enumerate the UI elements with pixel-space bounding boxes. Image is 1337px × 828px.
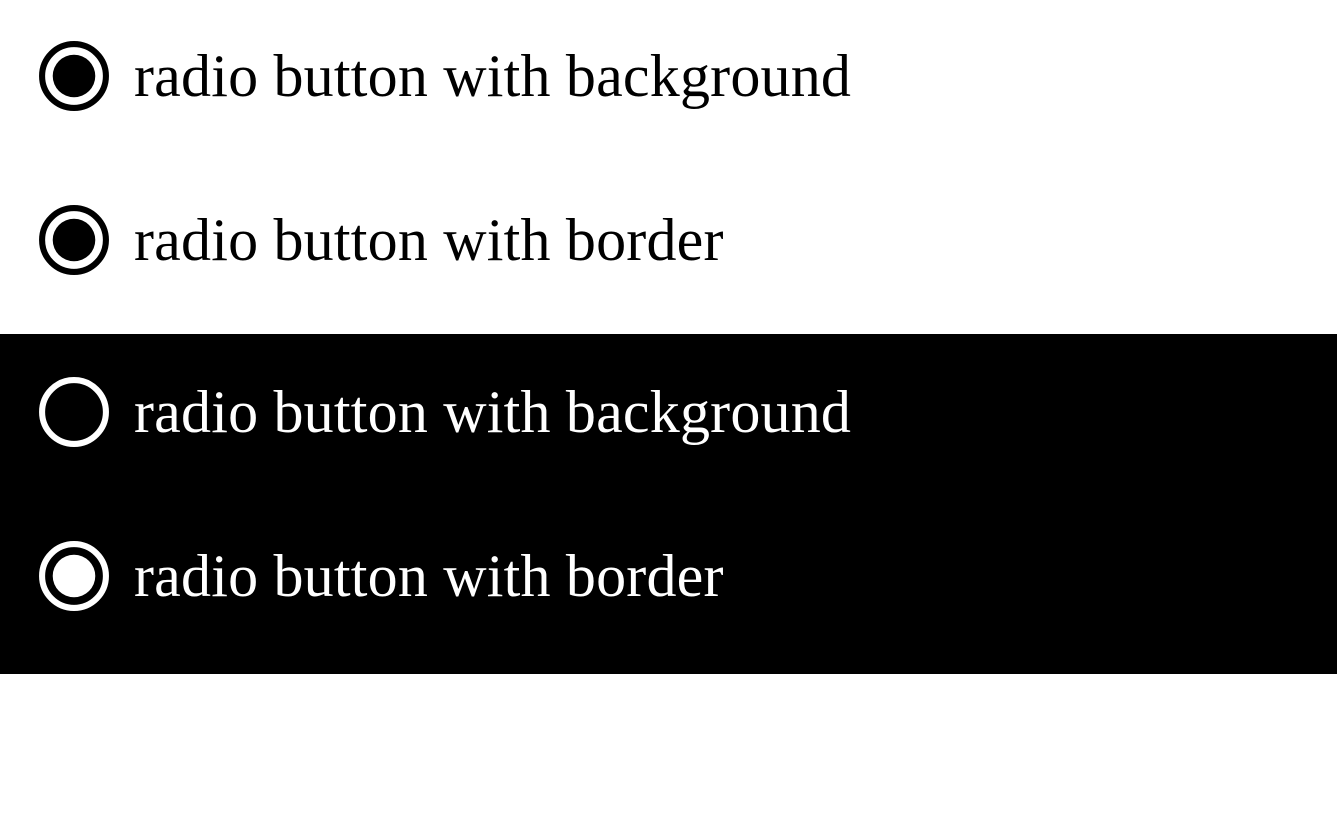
radio-row-light-1[interactable]: radio button with background xyxy=(36,38,1301,114)
radio-icon xyxy=(36,38,112,114)
radio-icon xyxy=(36,374,112,450)
light-section: radio button with background radio butto… xyxy=(0,0,1337,334)
radio-icon xyxy=(36,202,112,278)
radio-icon xyxy=(36,538,112,614)
radio-label: radio button with border xyxy=(134,546,724,606)
radio-label: radio button with background xyxy=(134,46,851,106)
dark-section: radio button with background radio butto… xyxy=(0,334,1337,674)
radio-label: radio button with border xyxy=(134,210,724,270)
radio-row-light-2[interactable]: radio button with border xyxy=(36,202,1301,278)
radio-label: radio button with background xyxy=(134,382,851,442)
radio-row-dark-1[interactable]: radio button with background xyxy=(36,374,1301,450)
radio-row-dark-2[interactable]: radio button with border xyxy=(36,538,1301,614)
